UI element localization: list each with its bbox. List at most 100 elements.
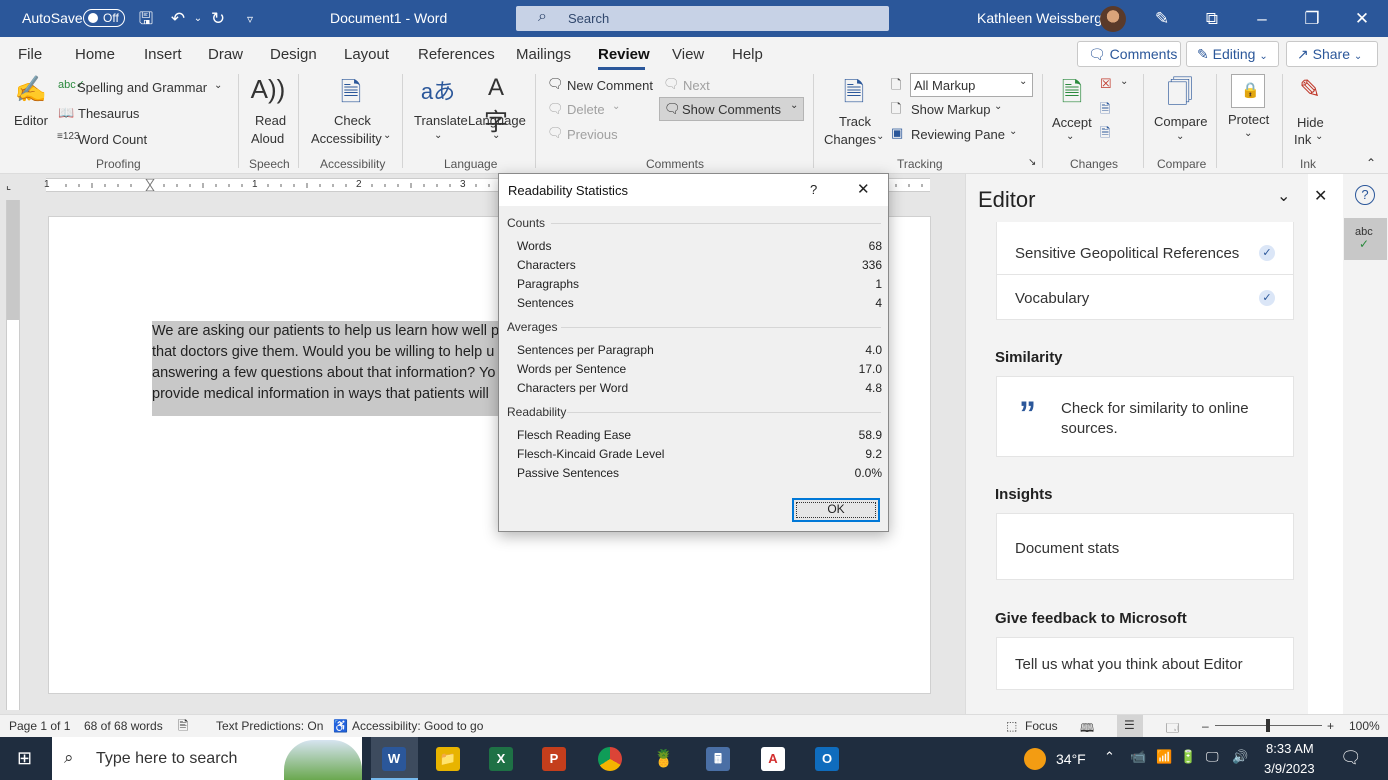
editing-button[interactable]: ✎ Editing ⌄ xyxy=(1186,41,1279,67)
save-icon[interactable]: 🖫 xyxy=(136,9,156,29)
feedback-card[interactable]: Tell us what you think about Editor xyxy=(996,637,1294,690)
chevron-up-icon[interactable]: ⌃ xyxy=(1104,749,1115,765)
user-name[interactable]: Kathleen Weissberg xyxy=(977,10,1102,26)
powerpoint-app-icon[interactable]: P xyxy=(542,747,566,771)
check-label[interactable]: Check xyxy=(334,113,371,128)
taskbar-word-active[interactable]: W xyxy=(371,737,418,780)
chevron-down-icon[interactable]: ⌄ xyxy=(612,101,620,112)
tab-selector-icon[interactable]: ⌞ xyxy=(6,179,11,192)
tab-design[interactable]: Design xyxy=(270,46,317,63)
customize-toolbar-icon[interactable]: ▿ xyxy=(240,9,260,29)
changes-label[interactable]: Changes xyxy=(824,132,876,147)
read-label[interactable]: Read xyxy=(255,113,286,128)
new-comment-button[interactable]: New Comment xyxy=(567,78,653,93)
clock-time[interactable]: 8:33 AM xyxy=(1266,741,1314,756)
wifi-icon[interactable]: 📶 xyxy=(1156,749,1172,765)
document-line[interactable]: provide medical information in ways that… xyxy=(152,386,489,402)
translate-button[interactable]: Translate xyxy=(414,113,468,128)
minimize-icon[interactable]: – xyxy=(1252,9,1272,29)
chevron-down-icon[interactable]: ⌄ xyxy=(1066,131,1074,142)
chevron-down-icon[interactable]: ⌄ xyxy=(383,130,391,141)
redo-icon[interactable]: ↻ xyxy=(208,9,228,29)
tab-view[interactable]: View xyxy=(672,46,704,63)
dialog-launcher-icon[interactable]: ↘ xyxy=(1028,157,1036,168)
accessibility-label[interactable]: Accessibility xyxy=(311,131,382,146)
tab-layout[interactable]: Layout xyxy=(344,46,389,63)
word-count-button[interactable]: Word Count xyxy=(78,132,147,147)
document-stats-card[interactable]: Document stats xyxy=(996,513,1294,580)
tab-home[interactable]: Home xyxy=(75,46,115,63)
accessibility-status[interactable]: Accessibility: Good to go xyxy=(352,719,483,733)
refinement-item[interactable]: Sensitive Geopolitical References ✓ xyxy=(997,222,1293,275)
tab-references[interactable]: References xyxy=(418,46,495,63)
proofing-icon[interactable]: 🖹 xyxy=(178,717,188,739)
share-button[interactable]: ↗ Share ⌄ xyxy=(1286,41,1378,67)
editor-toggle[interactable]: abc ✓ xyxy=(1344,218,1387,260)
chevron-down-icon[interactable]: ⌄ xyxy=(1120,76,1128,87)
temperature[interactable]: 34°F xyxy=(1056,751,1086,767)
comments-button[interactable]: 🗨 Comments xyxy=(1077,41,1181,67)
document-line[interactable]: that doctors give them. Would you be wil… xyxy=(152,344,494,360)
vertical-ruler[interactable] xyxy=(6,200,20,710)
chevron-down-icon[interactable]: ⌄ xyxy=(994,101,1002,112)
spelling-grammar-button[interactable]: Spelling and Grammar xyxy=(77,80,207,95)
app-icon[interactable]: 🍍 xyxy=(652,747,676,771)
weather-icon[interactable] xyxy=(1024,748,1046,770)
reviewing-pane-button[interactable]: Reviewing Pane xyxy=(911,127,1005,142)
help-icon[interactable]: ? xyxy=(1355,185,1375,205)
tab-file[interactable]: File xyxy=(18,46,42,63)
track-label[interactable]: Track xyxy=(839,114,871,129)
tab-draw[interactable]: Draw xyxy=(208,46,243,63)
document-line[interactable]: We are asking our patients to help us le… xyxy=(152,323,499,339)
zoom-in-icon[interactable]: + xyxy=(1327,719,1334,733)
close-icon[interactable]: ✕ xyxy=(857,180,870,198)
hide-label[interactable]: Hide xyxy=(1297,115,1324,130)
chevron-down-icon[interactable]: ⌄ xyxy=(876,131,884,142)
thesaurus-button[interactable]: Thesaurus xyxy=(78,106,139,121)
compare-button[interactable]: Compare xyxy=(1154,114,1207,129)
ink-label[interactable]: Ink xyxy=(1294,132,1311,147)
show-markup-button[interactable]: Show Markup xyxy=(911,102,990,117)
undo-icon[interactable]: ↶ xyxy=(168,9,188,29)
chevron-down-icon[interactable]: ⌄ xyxy=(434,130,442,141)
aloud-label[interactable]: Aloud xyxy=(251,131,284,146)
dialog-titlebar[interactable]: Readability Statistics ? ✕ xyxy=(499,174,888,206)
word-count-indicator[interactable]: 68 of 68 words xyxy=(84,719,163,733)
tab-help[interactable]: Help xyxy=(732,46,763,63)
chevron-down-icon[interactable]: ⌄ xyxy=(1009,126,1017,137)
language-button[interactable]: Language xyxy=(468,113,526,128)
refinement-item[interactable]: Vocabulary ✓ xyxy=(997,276,1293,319)
protect-button[interactable]: Protect xyxy=(1228,112,1269,127)
tab-review[interactable]: Review xyxy=(598,46,650,63)
acrobat-app-icon[interactable]: A xyxy=(761,747,785,771)
calculator-app-icon[interactable]: 🖩 xyxy=(706,747,730,771)
autosave-toggle[interactable]: Off xyxy=(83,9,125,27)
print-layout-button[interactable]: ☰ xyxy=(1117,715,1143,737)
taskbar-search-box[interactable]: ⌕ Type here to search xyxy=(52,737,362,780)
chrome-app-icon[interactable] xyxy=(598,747,622,771)
page-indicator[interactable]: Page 1 of 1 xyxy=(9,719,70,733)
zoom-out-icon[interactable]: – xyxy=(1202,719,1209,733)
chevron-down-icon[interactable]: ⌄ xyxy=(1244,128,1252,139)
delete-comment-button[interactable]: Delete xyxy=(567,102,605,117)
avatar[interactable] xyxy=(1100,6,1126,32)
excel-app-icon[interactable]: X xyxy=(489,747,513,771)
meet-now-icon[interactable]: 📹 xyxy=(1130,749,1146,765)
pen-icon[interactable]: ✎ xyxy=(1152,9,1172,29)
chevron-down-icon[interactable]: ⌄ xyxy=(1315,131,1323,142)
chevron-down-icon[interactable]: ⌄ xyxy=(1176,131,1184,142)
next-comment-button[interactable]: Next xyxy=(683,78,710,93)
file-explorer-icon[interactable]: 📁 xyxy=(436,747,460,771)
tab-insert[interactable]: Insert xyxy=(144,46,182,63)
zoom-slider-thumb[interactable] xyxy=(1266,719,1270,732)
focus-button[interactable]: Focus xyxy=(1025,719,1058,733)
restore-icon[interactable]: ❐ xyxy=(1302,9,1322,29)
pane-options-icon[interactable]: ⌄ xyxy=(1277,186,1290,206)
show-comments-button[interactable]: 🗨 Show Comments ⌄ xyxy=(659,97,804,121)
collapse-ribbon-icon[interactable]: ⌃ xyxy=(1366,156,1376,170)
search-box[interactable]: ⌕ Search xyxy=(516,6,889,31)
volume-icon[interactable]: 🔊 xyxy=(1232,749,1248,765)
outlook-app-icon[interactable]: O xyxy=(815,747,839,771)
display-icon[interactable]: 🖵 xyxy=(1206,749,1219,765)
windows-start-icon[interactable]: ⊞ xyxy=(17,748,32,769)
